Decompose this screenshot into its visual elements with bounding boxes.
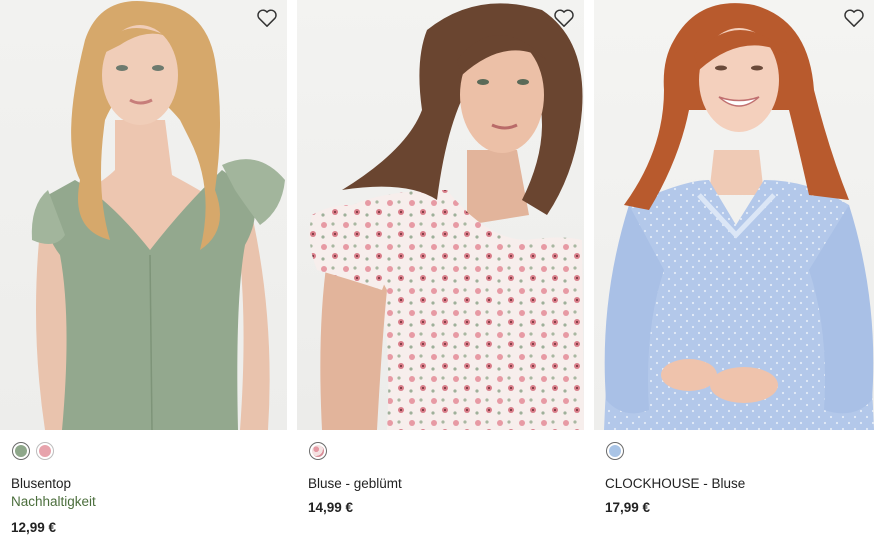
- product-image[interactable]: [594, 0, 874, 430]
- product-name[interactable]: Blusentop: [11, 475, 287, 492]
- product-grid: Blusentop Nachhaltigkeit 12,99 € Bluse -…: [0, 0, 874, 535]
- product-price: 17,99 €: [605, 500, 651, 515]
- swatch-color: [39, 445, 51, 457]
- product-name[interactable]: Bluse - geblümt: [308, 475, 584, 492]
- heart-outline-icon: [844, 9, 864, 27]
- product-price: 14,99 €: [308, 500, 354, 515]
- product-card[interactable]: Blusentop Nachhaltigkeit 12,99 €: [0, 0, 287, 535]
- product-image[interactable]: [297, 0, 584, 430]
- color-swatches: [606, 440, 874, 462]
- heart-outline-icon: [257, 9, 277, 27]
- wishlist-button[interactable]: [552, 7, 576, 29]
- product-image[interactable]: [0, 0, 287, 430]
- product-photo-model: [31, 1, 285, 430]
- color-swatch-light-blue[interactable]: [606, 442, 624, 460]
- product-price: 12,99 €: [11, 520, 57, 535]
- product-card[interactable]: Bluse - geblümt 14,99 €: [297, 0, 584, 515]
- wishlist-button[interactable]: [842, 7, 866, 29]
- product-photo-model: [604, 3, 874, 430]
- color-swatch-floral[interactable]: [309, 442, 327, 460]
- color-swatches: [309, 440, 584, 462]
- wishlist-button[interactable]: [255, 7, 279, 29]
- color-swatches: [12, 440, 287, 462]
- sustainability-badge: Nachhaltigkeit: [11, 494, 96, 509]
- color-swatch-sage[interactable]: [12, 442, 30, 460]
- product-card[interactable]: CLOCKHOUSE - Bluse 17,99 €: [594, 0, 874, 515]
- product-photo-model: [309, 3, 584, 430]
- swatch-color: [312, 445, 324, 457]
- color-swatch-rose[interactable]: [36, 442, 54, 460]
- heart-outline-icon: [554, 9, 574, 27]
- swatch-color: [15, 445, 27, 457]
- product-name[interactable]: CLOCKHOUSE - Bluse: [605, 475, 874, 492]
- swatch-color: [609, 445, 621, 457]
